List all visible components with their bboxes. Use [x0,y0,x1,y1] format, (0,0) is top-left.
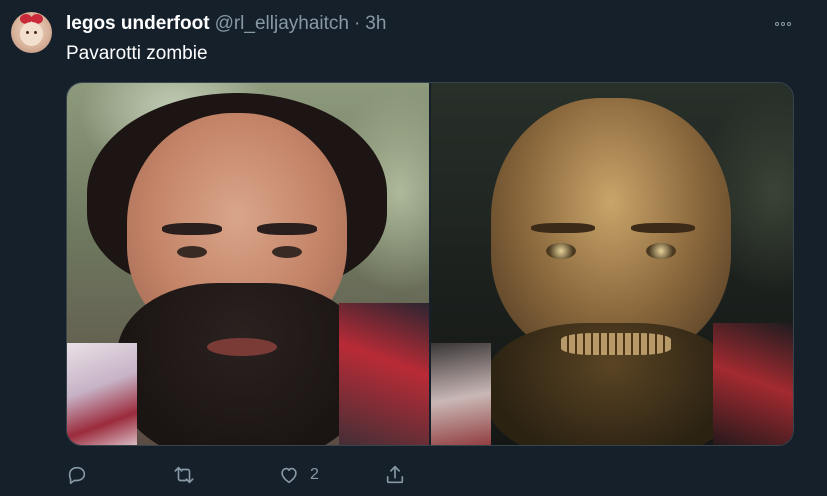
scarf-right [713,323,793,445]
scarf-left [431,343,491,445]
more-options-icon[interactable] [771,14,795,34]
share-icon [386,465,404,484]
heart-icon [281,467,297,484]
more-dot [775,22,779,26]
author-name[interactable]: legos underfoot [66,13,210,35]
tweet-actions: 2 [66,461,426,489]
media-grid [66,82,794,446]
eye-left [546,243,576,259]
eyebrow-left [162,223,222,235]
teeth [561,333,671,355]
eye-right [646,243,676,259]
photo-original[interactable] [67,83,429,445]
retweet-button[interactable] [172,461,196,489]
mouth [207,338,277,356]
scarf-right [339,303,429,445]
avatar[interactable] [11,12,52,53]
author-handle[interactable]: @rl_elljayhaitch [215,13,349,35]
timestamp[interactable]: 3h [365,13,386,35]
photo-zombie[interactable] [431,83,793,445]
eyebrow-right [631,223,695,233]
like-count: 2 [310,466,319,483]
like-button[interactable]: 2 [278,461,319,489]
share-button[interactable] [384,461,406,489]
more-dot [781,22,785,26]
more-dot [787,22,791,26]
tweet-header: legos underfoot @rl_elljayhaitch · 3h [66,13,386,37]
eye-left [177,246,207,258]
eyebrow-left [531,223,595,233]
tweet[interactable]: legos underfoot @rl_elljayhaitch · 3h Pa… [0,0,827,496]
avatar-eye-left [26,31,29,34]
reply-button[interactable] [66,461,88,489]
face [491,98,731,358]
beard [117,283,367,445]
tweet-text: Pavarotti zombie [66,43,208,64]
eye-right [272,246,302,258]
reply-icon [68,466,86,485]
avatar-face [20,22,43,46]
scarf-left [67,343,137,445]
eyebrow-right [257,223,317,235]
header-separator: · [353,13,361,34]
avatar-eye-right [34,31,37,34]
retweet-icon [174,466,194,484]
